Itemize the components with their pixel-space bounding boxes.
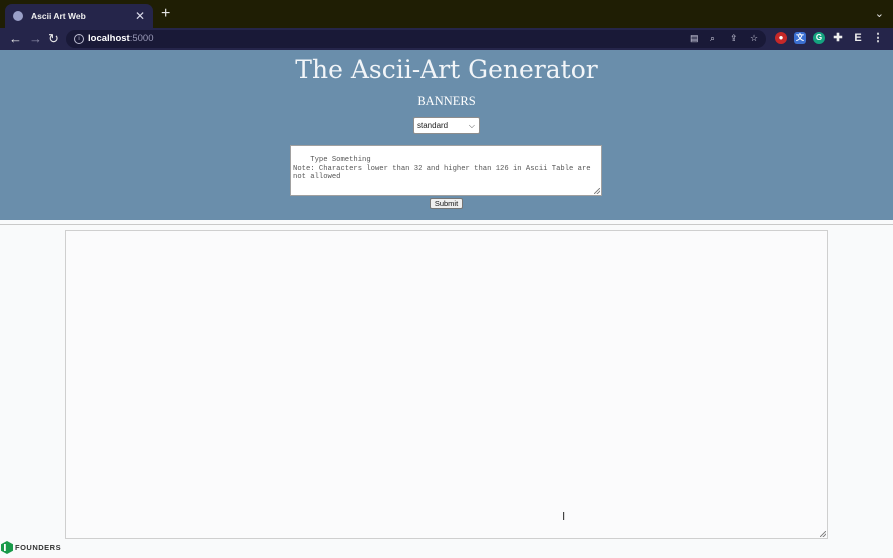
url-port: :5000 [129,33,154,44]
browser-tab[interactable]: Ascii Art Web ✕ [5,4,153,28]
resize-handle-icon[interactable] [594,188,600,194]
chevron-down-icon: ⌵ [468,121,475,130]
resize-handle-icon[interactable] [820,531,826,537]
grammarly-icon[interactable]: G [813,32,825,44]
submit-button[interactable]: Submit [430,198,463,209]
founders-logo-text: FOUNDERS [15,543,62,552]
tab-title: Ascii Art Web [31,11,86,21]
ascii-output-area[interactable] [65,230,828,539]
translate-icon[interactable]: ▤ [690,33,699,44]
forward-button[interactable]: → [29,31,42,47]
banner-select[interactable]: standard ⌵ [413,117,480,134]
url-host: localhost [88,33,130,44]
extension-e-icon[interactable]: E [852,32,864,44]
reload-button[interactable]: ↻ [48,31,59,47]
founders-logo: FOUNDERS [1,541,61,554]
page-title: The Ascii-Art Generator [295,55,598,84]
text-input[interactable]: Type Something Note: Characters lower th… [290,145,602,196]
browser-toolbar: ← → ↻ i localhost:5000 ▤ ⌕ ⇪ ☆ ● 文 G ✚ E… [0,28,893,50]
address-bar[interactable]: i localhost:5000 ▤ ⌕ ⇪ ☆ [66,30,766,48]
banner-select-value: standard [417,121,449,130]
generator-header: The Ascii-Art Generator BANNERS standard… [0,50,893,220]
zoom-icon[interactable]: ⌕ [710,33,715,44]
divider [0,224,893,225]
bookmark-star-icon[interactable]: ☆ [750,33,758,44]
browser-tab-strip: Ascii Art Web ✕ + ⌄ [0,0,893,28]
text-input-placeholder: Type Something Note: Characters lower th… [293,156,591,182]
extensions-puzzle-icon[interactable]: ✚ [832,32,844,44]
tab-search-button[interactable]: ⌄ [875,7,884,20]
close-tab-icon[interactable]: ✕ [135,10,145,22]
globe-icon [13,11,23,21]
founders-logo-icon [1,541,13,554]
browser-menu-icon[interactable]: ⋮ [872,32,884,44]
share-icon[interactable]: ⇪ [730,33,738,44]
url-text[interactable]: localhost:5000 [88,33,153,44]
new-tab-button[interactable]: + [161,6,170,22]
back-button[interactable]: ← [9,31,22,47]
site-info-icon[interactable]: i [74,34,84,44]
extension-red-icon[interactable]: ● [775,32,787,44]
banners-heading: BANNERS [417,94,476,108]
text-cursor-icon: I [562,510,566,523]
extension-translate-icon[interactable]: 文 [794,32,806,44]
